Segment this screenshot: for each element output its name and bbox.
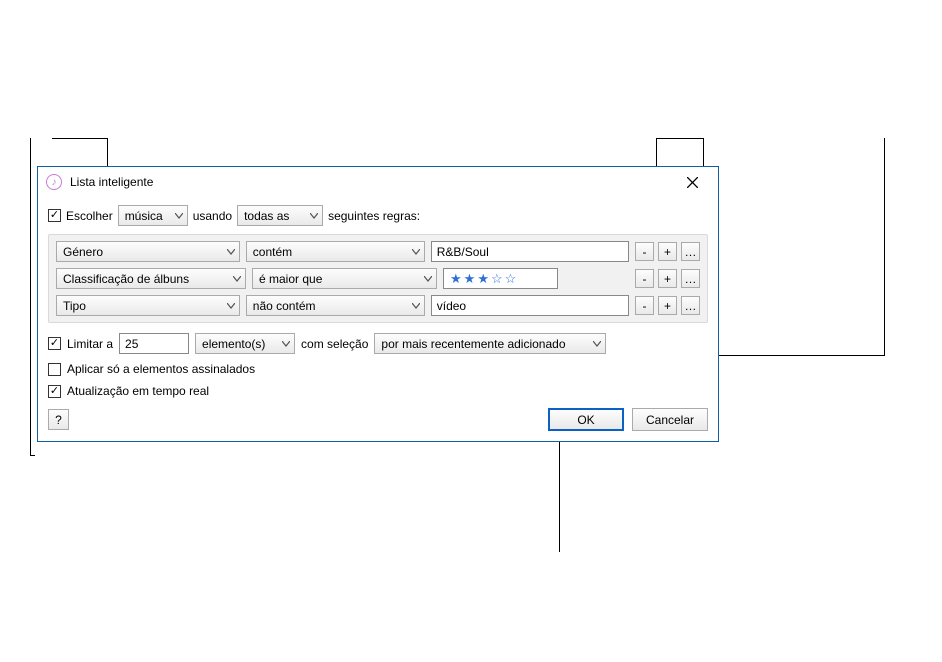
rule-star-rating[interactable]: ★ ★ ★ ☆ ☆ — [443, 268, 558, 289]
rule-operator-value: é maior que — [259, 272, 322, 286]
dialog-footer: ? OK Cancelar — [48, 408, 708, 431]
rule-operator-select[interactable]: não contém — [246, 295, 425, 316]
chevron-down-icon — [310, 213, 318, 219]
rule-field-select[interactable]: Género — [56, 241, 240, 262]
callout-line — [884, 138, 885, 356]
chevron-down-icon — [175, 213, 183, 219]
add-rule-button[interactable]: + — [658, 296, 677, 315]
rule-operator-select[interactable]: é maior que — [252, 268, 437, 289]
rule-value-input[interactable] — [431, 295, 629, 316]
chevron-down-icon — [282, 341, 290, 347]
remove-rule-button[interactable]: - — [635, 296, 654, 315]
add-rule-button[interactable]: + — [658, 269, 677, 288]
only-checked-row: Aplicar só a elementos assinalados — [48, 362, 708, 376]
match-source-select[interactable]: música — [118, 205, 188, 226]
star-icon: ★ — [450, 271, 462, 287]
limit-selectedby-label: com seleção — [301, 337, 368, 351]
rule-field-value: Género — [63, 245, 103, 259]
match-using-label: usando — [193, 209, 232, 223]
rule-row: Género contém - + … — [56, 241, 700, 262]
limit-unit-select[interactable]: elemento(s) — [195, 333, 295, 354]
match-scope-select[interactable]: todas as — [237, 205, 323, 226]
chevron-down-icon — [412, 303, 420, 309]
rule-operator-select[interactable]: contém — [246, 241, 425, 262]
cancel-button[interactable]: Cancelar — [632, 408, 708, 431]
add-rule-button[interactable]: + — [658, 242, 677, 261]
remove-rule-button[interactable]: - — [635, 242, 654, 261]
rule-button-group: - + … — [635, 269, 700, 288]
rule-row: Tipo não contém - + … — [56, 295, 700, 316]
more-rule-button[interactable]: … — [681, 269, 700, 288]
limit-value-input[interactable] — [119, 333, 189, 354]
more-rule-button[interactable]: … — [681, 296, 700, 315]
chevron-down-icon — [424, 276, 432, 282]
app-icon: ♪ — [46, 174, 62, 190]
match-suffix-label: seguintes regras: — [328, 209, 420, 223]
limit-checkbox[interactable] — [48, 337, 61, 350]
live-update-row: Atualização em tempo real — [48, 384, 708, 398]
match-row: Escolher música usando todas as seguinte… — [48, 205, 708, 226]
ok-button[interactable]: OK — [548, 408, 624, 431]
titlebar: ♪ Lista inteligente — [38, 167, 718, 197]
callout-line — [52, 138, 108, 139]
callout-line — [30, 138, 31, 456]
help-button[interactable]: ? — [48, 409, 69, 430]
star-outline-icon: ☆ — [505, 271, 517, 287]
match-choose-label: Escolher — [66, 209, 113, 223]
rules-panel: Género contém - + … Classificação de álb… — [48, 234, 708, 323]
live-update-label: Atualização em tempo real — [67, 384, 209, 398]
rule-field-select[interactable]: Classificação de álbuns — [56, 268, 246, 289]
rule-value-input[interactable] — [431, 241, 629, 262]
limit-selectedby-value: por mais recentemente adicionado — [381, 337, 565, 351]
limit-label: Limitar a — [67, 337, 113, 351]
callout-line — [30, 455, 35, 456]
more-rule-button[interactable]: … — [681, 242, 700, 261]
dialog-title: Lista inteligente — [70, 175, 672, 189]
live-update-checkbox[interactable] — [48, 385, 61, 398]
match-scope-value: todas as — [244, 209, 289, 223]
star-icon: ★ — [477, 271, 489, 287]
rule-operator-value: não contém — [253, 299, 316, 313]
rule-field-value: Tipo — [63, 299, 86, 313]
chevron-down-icon — [227, 249, 235, 255]
limit-row: Limitar a elemento(s) com seleção por ma… — [48, 333, 708, 354]
rule-field-select[interactable]: Tipo — [56, 295, 240, 316]
callout-line — [656, 138, 704, 139]
limit-selectedby-select[interactable]: por mais recentemente adicionado — [374, 333, 606, 354]
match-checkbox[interactable] — [48, 209, 61, 222]
only-checked-label: Aplicar só a elementos assinalados — [67, 362, 255, 376]
chevron-down-icon — [593, 341, 601, 347]
rule-button-group: - + … — [635, 242, 700, 261]
chevron-down-icon — [412, 249, 420, 255]
rule-operator-value: contém — [253, 245, 292, 259]
limit-unit-value: elemento(s) — [202, 337, 265, 351]
remove-rule-button[interactable]: - — [635, 269, 654, 288]
close-icon — [687, 177, 698, 188]
dialog-body: Escolher música usando todas as seguinte… — [38, 197, 718, 441]
match-source-value: música — [125, 209, 163, 223]
chevron-down-icon — [233, 276, 241, 282]
only-checked-checkbox[interactable] — [48, 363, 61, 376]
rule-button-group: - + … — [635, 296, 700, 315]
rule-row: Classificação de álbuns é maior que ★ ★ … — [56, 268, 700, 289]
star-icon: ★ — [464, 271, 476, 287]
close-button[interactable] — [672, 168, 712, 196]
star-outline-icon: ☆ — [491, 271, 503, 287]
rule-field-value: Classificação de álbuns — [63, 272, 189, 286]
chevron-down-icon — [227, 303, 235, 309]
smart-playlist-dialog: ♪ Lista inteligente Escolher música usan… — [37, 166, 719, 442]
